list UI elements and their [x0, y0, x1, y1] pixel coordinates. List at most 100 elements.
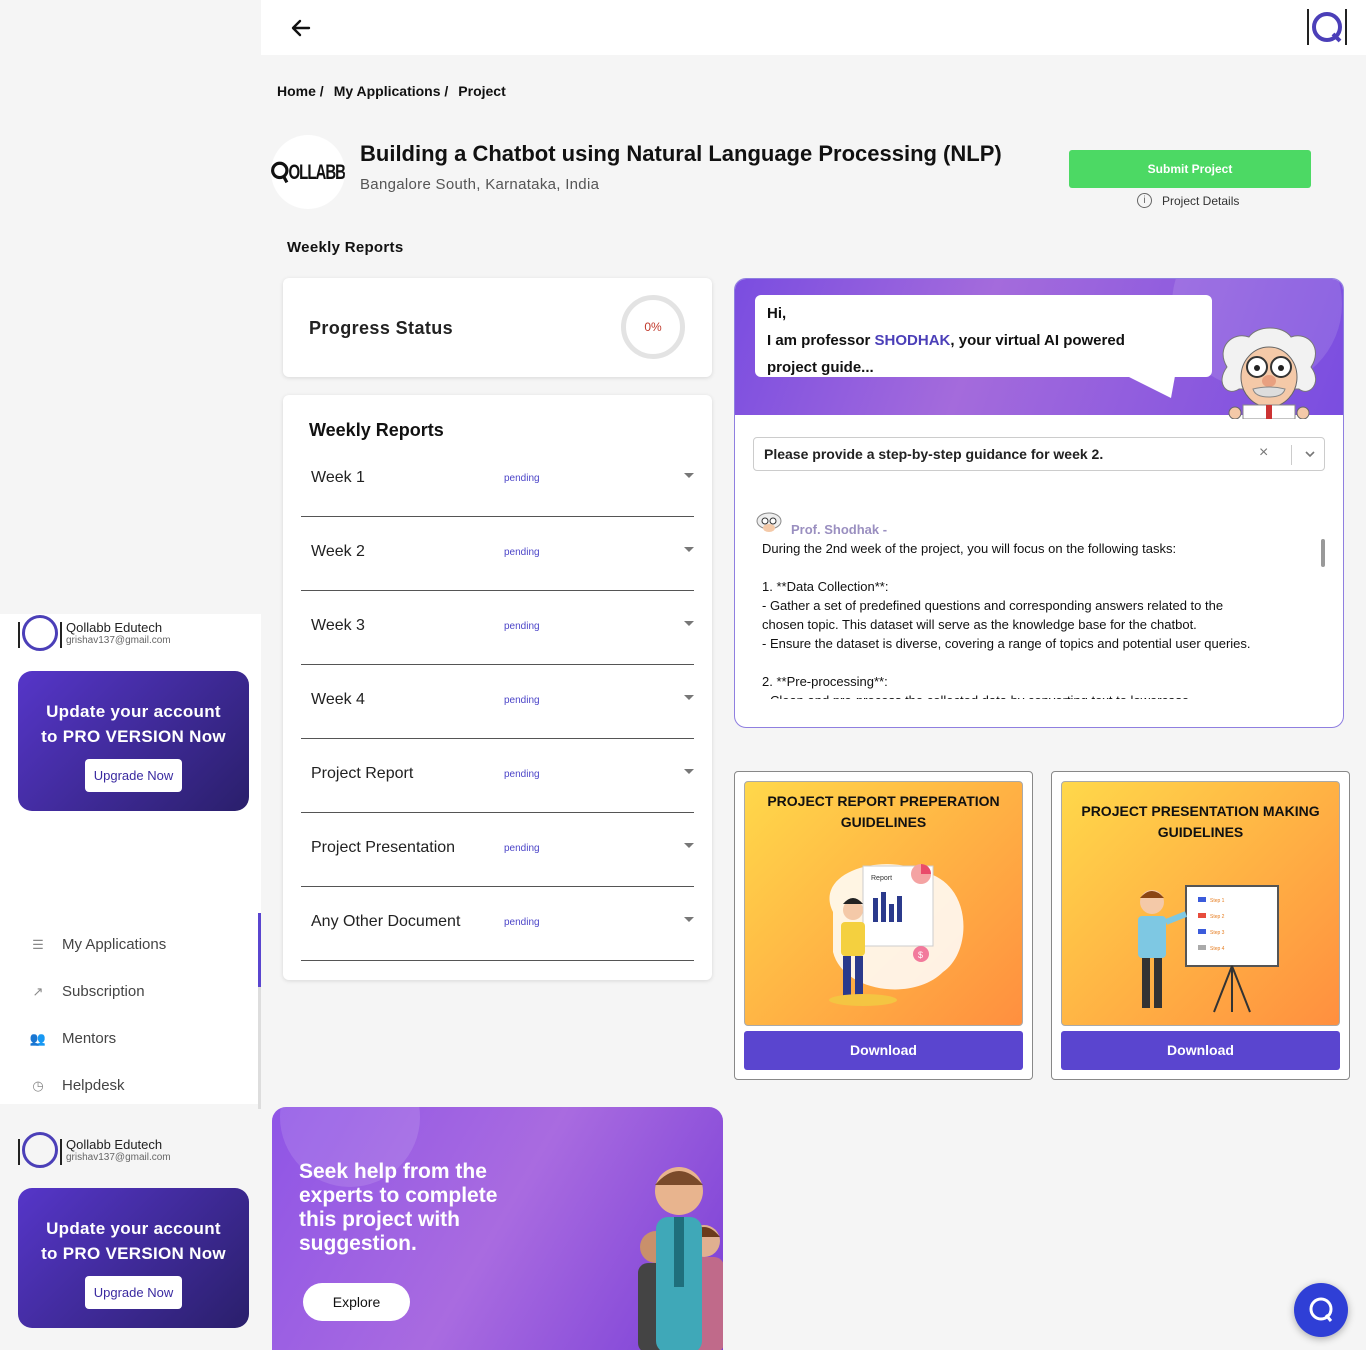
chevron-down-icon[interactable]	[684, 695, 694, 700]
report-label: Week 1	[311, 469, 365, 486]
sidebar-item-label: Subscription	[62, 983, 145, 1000]
qollabb-logo-icon	[271, 161, 289, 184]
report-guidelines-card: PROJECT REPORT PREPERATION GUIDELINES Re…	[734, 771, 1033, 1080]
response-line: - Clean and pre-process the collected da…	[762, 691, 1318, 699]
report-label: Project Report	[311, 765, 414, 782]
chevron-down-icon[interactable]	[684, 473, 694, 478]
ai-response-text: During the 2nd week of the project, you …	[762, 539, 1318, 699]
download-button[interactable]: Download	[1061, 1031, 1340, 1070]
weekly-report-row[interactable]: Any Other Document pending	[301, 887, 694, 961]
sidebar-item-helpdesk[interactable]: ◷ Helpdesk	[30, 1077, 125, 1094]
qollabb-logo-icon[interactable]	[1306, 7, 1348, 47]
pro-line-1: Update your account	[46, 702, 221, 721]
arrow-left-icon[interactable]	[289, 16, 313, 40]
speaker-name: Prof. Shodhak -	[791, 522, 888, 537]
sidebar-scrollbar[interactable]	[258, 987, 261, 1109]
upgrade-now-button[interactable]: Upgrade Now	[84, 1276, 183, 1309]
report-label: Project Presentation	[311, 839, 456, 856]
weekly-report-row[interactable]: Project Report pending	[301, 739, 694, 813]
guide-title: PROJECT PRESENTATION MAKING GUIDELINES	[1081, 803, 1320, 840]
response-line: 2. **Pre-processing**:	[762, 674, 888, 689]
weekly-report-row[interactable]: Week 2 pending	[301, 517, 694, 591]
project-location: Bangalore South, Karnataka, India	[360, 176, 600, 193]
user-profile[interactable]: Qollabb Edutech grishav137@gmail.com	[18, 615, 171, 651]
chevron-down-icon[interactable]	[684, 769, 694, 774]
ai-guide-card: Hi, I am professor SHODHAK, your virtual…	[734, 278, 1344, 728]
project-title: Building a Chatbot using Natural Languag…	[360, 141, 1002, 166]
upgrade-now-button[interactable]: Upgrade Now	[84, 759, 183, 792]
chat-fab-button[interactable]	[1294, 1283, 1348, 1337]
status-badge: pending	[504, 917, 540, 928]
chevron-down-icon[interactable]	[684, 547, 694, 552]
chevron-down-icon[interactable]	[684, 843, 694, 848]
user-profile[interactable]: Qollabb Edutech grishav137@gmail.com	[18, 1132, 171, 1168]
question-select-value: Please provide a step-by-step guidance f…	[764, 446, 1104, 462]
weekly-reports-card: Weekly Reports Week 1 pending Week 2 pendin…	[283, 395, 712, 980]
speech-bubble: Hi, I am professor SHODHAK, your virtual…	[755, 295, 1212, 377]
project-details-label: Project Details	[1162, 193, 1240, 208]
sidebar-item-subscription[interactable]: ↗ Subscription	[30, 983, 145, 1000]
report-illustration-icon: Report $	[829, 864, 964, 1006]
response-line: During the 2nd week of the project, you …	[762, 541, 1177, 556]
response-scrollbar[interactable]	[1321, 539, 1325, 567]
status-badge: pending	[504, 843, 540, 854]
weekly-report-row[interactable]: Week 4 pending	[301, 665, 694, 739]
board-step-label: Step 4	[1210, 946, 1225, 952]
user-email: grishav137@gmail.com	[66, 635, 171, 646]
clock-icon: ◷	[32, 1077, 44, 1093]
active-indicator	[258, 913, 261, 987]
clear-icon[interactable]: ×	[1259, 444, 1268, 462]
professor-avatar-icon	[1221, 327, 1317, 419]
chevron-down-icon[interactable]	[684, 621, 694, 626]
breadcrumb-home[interactable]: Home /	[277, 83, 324, 99]
sidebar-item-mentors[interactable]: 👥 Mentors	[30, 1030, 116, 1047]
response-line: 1. **Data Collection**:	[762, 579, 889, 594]
guide-title: PROJECT REPORT PREPERATION GUIDELINES	[767, 793, 1000, 830]
top-bar	[261, 0, 1366, 55]
status-badge: pending	[504, 473, 540, 484]
svg-text:$: $	[918, 950, 923, 960]
company-logo-text: OLLABB	[288, 160, 346, 184]
report-mini-label: Report	[871, 875, 892, 882]
report-guidelines-image: PROJECT REPORT PREPERATION GUIDELINES Re…	[744, 781, 1023, 1026]
response-line: - Gather a set of predefined questions a…	[762, 598, 1224, 613]
company-logo: OLLABB	[271, 135, 345, 209]
question-select[interactable]: Please provide a step-by-step guidance f…	[753, 437, 1325, 471]
board-step-label: Step 1	[1210, 898, 1225, 904]
chevron-down-icon[interactable]	[1303, 447, 1317, 461]
breadcrumb-my-applications[interactable]: My Applications /	[334, 83, 449, 99]
pro-line-1: Update your account	[46, 1219, 221, 1238]
progress-card: Progress Status 0%	[283, 278, 712, 377]
weekly-report-row[interactable]: Week 3 pending	[301, 591, 694, 665]
breadcrumb-project: Project	[458, 83, 506, 99]
presentation-guidelines-card: PROJECT PRESENTATION MAKING GUIDELINES S…	[1051, 771, 1350, 1080]
expert-banner-text: Seek help from the experts to complete t…	[299, 1160, 498, 1255]
download-button[interactable]: Download	[744, 1031, 1023, 1070]
info-icon: i	[1137, 193, 1152, 208]
status-badge: pending	[504, 695, 540, 706]
presentation-illustration-icon: Step 1 Step 2 Step 3 Step 4	[1138, 885, 1279, 1013]
users-icon: 👥	[29, 1030, 47, 1046]
user-email: grishav137@gmail.com	[66, 1152, 171, 1163]
weekly-report-row[interactable]: Week 1 pending	[301, 443, 694, 517]
chevron-down-icon[interactable]	[684, 917, 694, 922]
qollabb-logo-icon	[18, 615, 62, 651]
weekly-report-row[interactable]: Project Presentation pending	[301, 813, 694, 887]
sidebar-item-my-applications[interactable]: ☰ My Applications	[30, 936, 166, 953]
pro-upgrade-card: Update your account to PRO VERSION Now U…	[18, 1188, 249, 1328]
pro-line-2: to PRO VERSION Now	[41, 1244, 226, 1263]
breadcrumb: Home / My Applications / Project	[277, 83, 506, 99]
explore-button[interactable]: Explore	[303, 1283, 410, 1321]
trend-icon: ↗	[32, 983, 44, 999]
sidebar-item-label: Helpdesk	[62, 1077, 125, 1094]
professor-mini-avatar-icon	[755, 511, 783, 533]
report-label: Week 4	[311, 691, 365, 708]
report-label: Week 3	[311, 617, 365, 634]
status-badge: pending	[504, 769, 540, 780]
project-details-link[interactable]: i Project Details	[1137, 193, 1239, 208]
submit-project-button[interactable]: Submit Project	[1069, 150, 1311, 188]
greeting-line-1: Hi,	[767, 305, 787, 322]
board-step-label: Step 3	[1210, 930, 1225, 936]
progress-value: 0%	[644, 320, 662, 334]
weekly-reports-title: Weekly Reports	[309, 420, 444, 440]
